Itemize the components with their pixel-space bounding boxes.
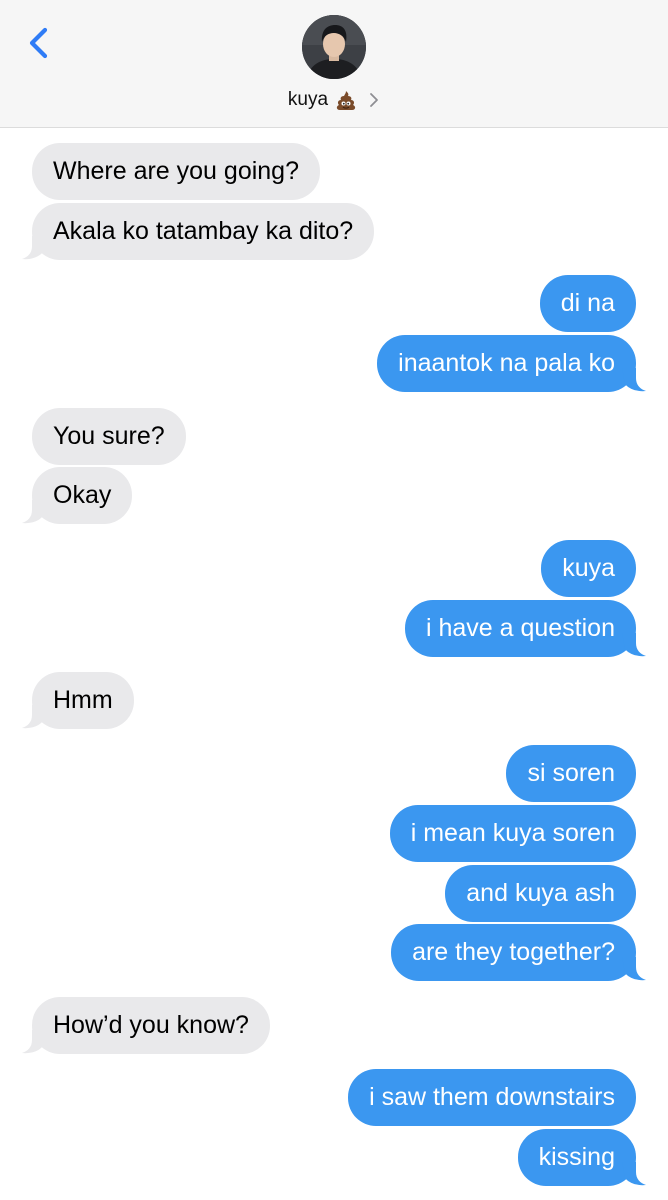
bubble-tail-outgoing [622, 1162, 646, 1186]
message-bubble-outgoing[interactable]: kissing [517, 1129, 636, 1186]
bubble-tail-incoming [22, 500, 46, 524]
message-bubble-outgoing[interactable]: i saw them downstairs [348, 1069, 636, 1126]
message-bubble-incoming[interactable]: Where are you going? [32, 143, 320, 200]
profile-photo [302, 15, 366, 79]
bubble-tail-outgoing [622, 368, 646, 392]
message-bubble-outgoing[interactable]: kuya [541, 540, 636, 597]
message-bubble-outgoing[interactable]: inaantok na pala ko [377, 335, 636, 392]
message-bubble-incoming[interactable]: You sure? [32, 408, 186, 465]
bubble-tail-incoming [22, 705, 46, 729]
message-bubble-incoming[interactable]: How’d you know? [32, 997, 270, 1054]
bubble-tail-incoming [22, 236, 46, 260]
chevron-left-icon [29, 27, 48, 59]
message-bubble-outgoing[interactable]: i mean kuya soren [389, 805, 636, 862]
message-bubble-outgoing[interactable]: di na [539, 275, 636, 332]
contact-details-button[interactable]: kuya [0, 86, 668, 114]
bubble-tail-outgoing [622, 957, 646, 981]
conversation-header: kuya [0, 0, 668, 128]
back-button[interactable] [22, 22, 58, 66]
message-bubble-outgoing[interactable]: are they together? [391, 924, 636, 981]
chevron-right-icon [370, 93, 378, 107]
message-bubble-outgoing[interactable]: si soren [506, 745, 636, 802]
contact-name: kuya [287, 89, 329, 110]
avatar[interactable] [302, 15, 366, 79]
bubble-tail-incoming [22, 1030, 46, 1054]
message-bubble-outgoing[interactable]: and kuya ash [445, 865, 636, 922]
bubble-tail-outgoing [622, 633, 646, 657]
message-bubble-outgoing[interactable]: i have a question [404, 600, 636, 657]
message-thread: Where are you going? Akala ko tatambay k… [0, 0, 668, 1200]
message-bubble-incoming[interactable]: Akala ko tatambay ka dito? [32, 203, 375, 260]
pile-of-poo-emoji-icon [336, 91, 356, 110]
